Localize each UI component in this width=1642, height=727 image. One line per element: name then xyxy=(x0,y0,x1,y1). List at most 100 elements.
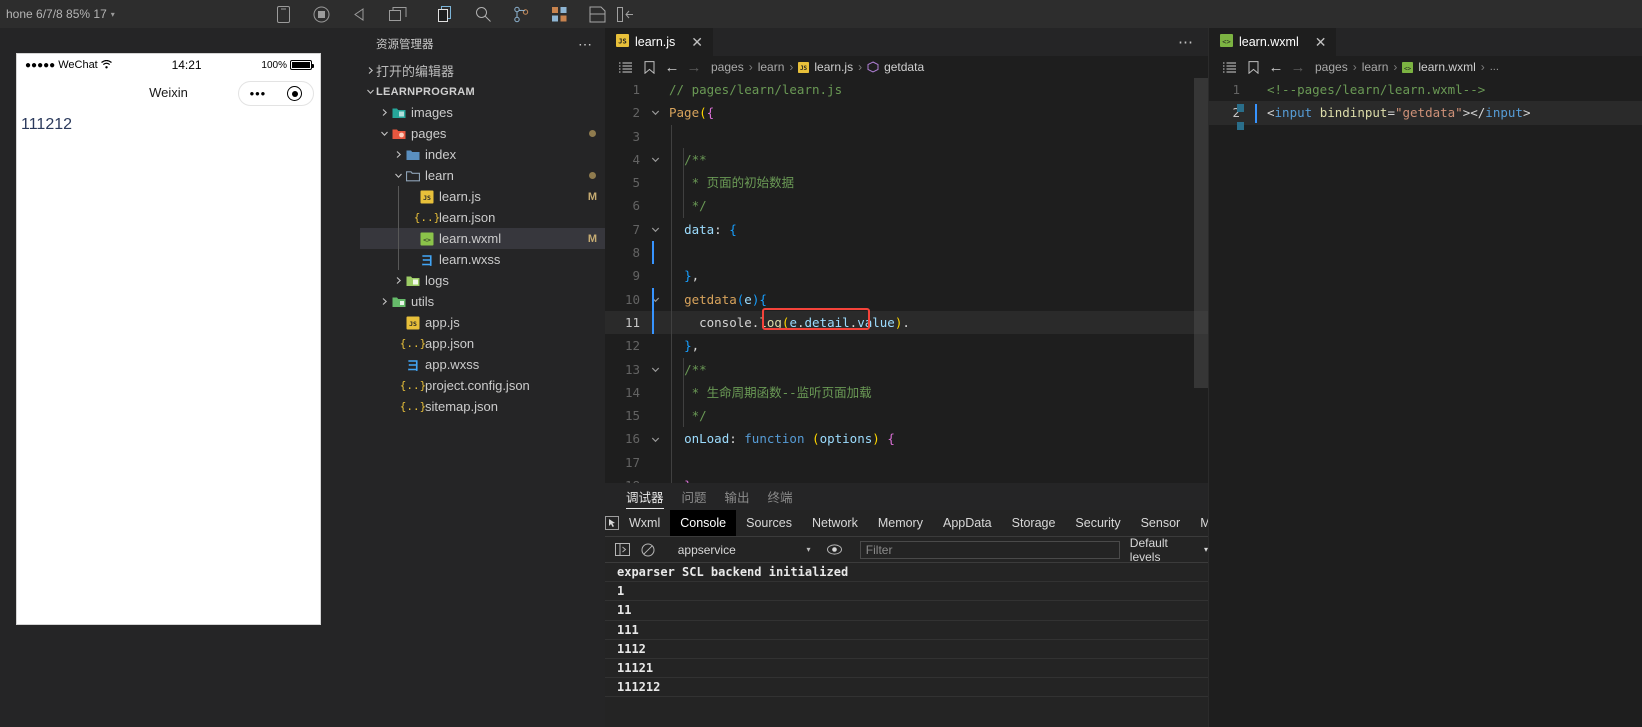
explorer-icon[interactable] xyxy=(427,0,465,28)
tree-item-images[interactable]: images xyxy=(360,102,605,123)
source-control-icon[interactable] xyxy=(503,0,541,28)
tree-item-learn-wxss[interactable]: ヨ learn.wxss xyxy=(360,249,605,270)
panel-tab-3[interactable]: 终端 xyxy=(759,483,802,510)
console-context-select[interactable]: appservice ▾ xyxy=(670,543,817,557)
tree-item-project-config-json[interactable]: {..} project.config.json xyxy=(360,375,605,396)
panel-tab-0[interactable]: 调试器 xyxy=(617,483,673,510)
devtools-tab-network[interactable]: Network xyxy=(802,510,868,536)
project-root-row[interactable]: LEARNPROGRAM xyxy=(360,81,605,102)
devtools-tab-sensor[interactable]: Sensor xyxy=(1131,510,1191,536)
navigate-back-icon[interactable]: ← xyxy=(1265,59,1287,76)
code-editor[interactable]: 1// pages/learn/learn.js 2 Page({3 4 /** 5 *… xyxy=(605,78,1208,483)
explorer-more-icon[interactable]: ⋯ xyxy=(578,36,593,53)
tree-item-learn[interactable]: learn xyxy=(360,165,605,186)
code-line[interactable]: 2 Page({ xyxy=(605,101,1208,124)
tree-item-learn-js[interactable]: JS learn.js M xyxy=(360,186,605,207)
devtools-tab-console[interactable]: Console xyxy=(670,510,737,536)
code-line[interactable]: 9 }, xyxy=(605,264,1208,287)
outline-icon[interactable] xyxy=(1217,61,1241,73)
tree-item-utils[interactable]: utils xyxy=(360,291,605,312)
breadcrumb-symbol[interactable]: getdata xyxy=(884,60,924,74)
tree-item-logs[interactable]: logs xyxy=(360,270,605,291)
code-line[interactable]: 11 console.log(e.detail.value). xyxy=(605,310,1208,335)
navigate-forward-icon[interactable]: → xyxy=(1287,59,1309,76)
target-icon[interactable] xyxy=(287,86,303,101)
volume-icon[interactable] xyxy=(341,0,379,28)
right-code-editor[interactable]: 1 <!--pages/learn/learn.wxml--> 2 <input bi… xyxy=(1209,78,1642,727)
panel-tab-2[interactable]: 输出 xyxy=(716,483,759,510)
code-line[interactable]: 15 */ xyxy=(605,404,1208,427)
tree-item-pages[interactable]: pages xyxy=(360,123,605,144)
editor-actions-more-icon[interactable]: ⋯ xyxy=(1164,28,1208,56)
tab-learn-wxml[interactable]: <> learn.wxml ✕ xyxy=(1209,28,1337,56)
breadcrumb-crumb-1[interactable]: learn xyxy=(1362,60,1389,74)
fold-toggle-icon[interactable] xyxy=(647,365,663,374)
chevron-right-icon[interactable] xyxy=(378,108,390,117)
right-code-line[interactable]: 2 <input bindinput="getdata"></input> xyxy=(1209,101,1642,125)
code-line[interactable]: 17 xyxy=(605,451,1208,474)
breadcrumb-crumb-1[interactable]: learn xyxy=(758,60,785,74)
code-line[interactable]: 12 }, xyxy=(605,334,1208,357)
console-filter-input[interactable]: Filter xyxy=(859,540,1120,559)
code-line[interactable]: 14 * 生命周期函数--监听页面加载 xyxy=(605,381,1208,404)
code-line[interactable]: 16 onLoad: function (options) { xyxy=(605,427,1208,450)
code-line[interactable]: 3 xyxy=(605,125,1208,148)
panel-tab-1[interactable]: 问题 xyxy=(673,483,716,510)
fold-toggle-icon[interactable] xyxy=(647,435,663,444)
breadcrumb-crumb-0[interactable]: pages xyxy=(1315,60,1348,74)
tree-item-learn-json[interactable]: {..} learn.json xyxy=(360,207,605,228)
navigate-forward-icon[interactable]: → xyxy=(683,59,705,76)
editor-scrollbar-thumb[interactable] xyxy=(1194,78,1208,388)
breadcrumb-crumb-2[interactable]: learn.js xyxy=(814,60,853,74)
tree-item-app-json[interactable]: {..} app.json xyxy=(360,333,605,354)
code-line[interactable]: 13 /** xyxy=(605,358,1208,381)
console-levels-select[interactable]: Default levels ▾ xyxy=(1130,536,1208,564)
capsule-menu[interactable]: ••• xyxy=(238,81,314,106)
console-sidebar-icon[interactable] xyxy=(610,543,635,556)
chevron-down-icon[interactable] xyxy=(364,87,376,96)
breadcrumb-overflow[interactable]: ... xyxy=(1490,61,1499,73)
devtools-tab-memory[interactable]: Memory xyxy=(868,510,933,536)
close-icon[interactable]: ✕ xyxy=(691,35,703,49)
tree-item-index[interactable]: index xyxy=(360,144,605,165)
code-line[interactable]: 18 }, xyxy=(605,474,1208,483)
search-icon[interactable] xyxy=(465,0,503,28)
right-code-line[interactable]: 1 <!--pages/learn/learn.wxml--> xyxy=(1209,78,1642,101)
code-line[interactable]: 1 // pages/learn/learn.js xyxy=(605,78,1208,101)
preview-icon[interactable] xyxy=(379,0,417,28)
editor-scrollbar[interactable] xyxy=(1194,78,1208,483)
inspect-element-icon[interactable] xyxy=(605,510,619,536)
devtools-tab-storage[interactable]: Storage xyxy=(1002,510,1066,536)
tree-item-app-js[interactable]: JS app.js xyxy=(360,312,605,333)
breadcrumb-crumb-2[interactable]: learn.wxml xyxy=(1418,60,1475,74)
bookmark-icon[interactable] xyxy=(1241,60,1265,74)
devtools-tab-security[interactable]: Security xyxy=(1065,510,1130,536)
tree-item-sitemap-json[interactable]: {..} sitemap.json xyxy=(360,396,605,417)
live-expression-icon[interactable] xyxy=(821,544,846,555)
fold-toggle-icon[interactable] xyxy=(647,295,663,304)
outline-icon[interactable] xyxy=(613,61,637,73)
device-selector[interactable]: hone 6/7/8 85% 17 ▾ xyxy=(0,7,115,21)
code-line[interactable]: 4 /** xyxy=(605,148,1208,171)
bookmark-icon[interactable] xyxy=(637,60,661,74)
close-icon[interactable]: ✕ xyxy=(1315,35,1327,49)
chevron-down-icon[interactable] xyxy=(392,171,404,180)
fold-toggle-icon[interactable] xyxy=(647,108,663,117)
devtools-tab-wxml[interactable]: Wxml xyxy=(619,510,670,536)
devtools-tab-appdata[interactable]: AppData xyxy=(933,510,1002,536)
tab-learn-js[interactable]: JS learn.js ✕ xyxy=(605,28,714,56)
code-line[interactable]: 6 */ xyxy=(605,194,1208,217)
extensions-icon[interactable] xyxy=(541,0,579,28)
chevron-right-icon[interactable] xyxy=(392,150,404,159)
record-icon[interactable] xyxy=(303,0,341,28)
tree-item-app-wxss[interactable]: ヨ app.wxss xyxy=(360,354,605,375)
wx-input-field[interactable]: 111212 xyxy=(19,114,318,136)
fold-toggle-icon[interactable] xyxy=(647,155,663,164)
devtools-tab-sources[interactable]: Sources xyxy=(736,510,802,536)
chevron-right-icon[interactable] xyxy=(392,276,404,285)
console-output[interactable]: exparser SCL backend initialized 1 11 111 11… xyxy=(605,563,1208,727)
tree-item-learn-wxml[interactable]: <> learn.wxml M xyxy=(360,228,605,249)
clear-console-icon[interactable] xyxy=(635,543,660,557)
code-line[interactable]: 8 xyxy=(605,241,1208,264)
debug-layout-icon[interactable] xyxy=(579,0,617,28)
